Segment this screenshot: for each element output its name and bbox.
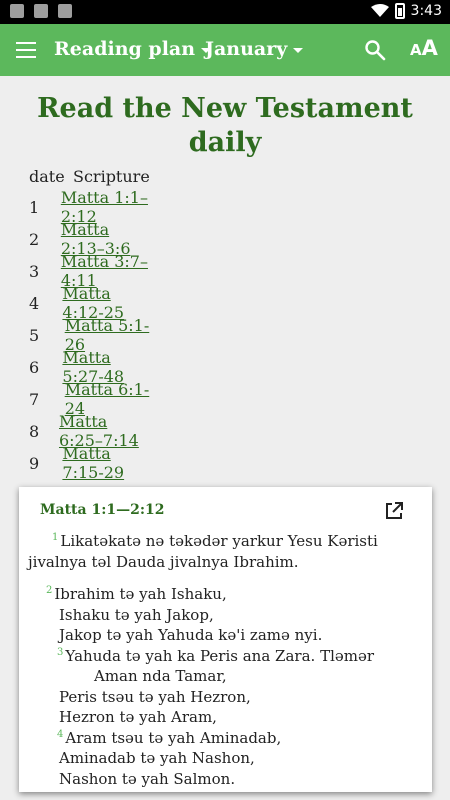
verse-paragraph: 1 Likatəkatə nə təkədər yarkur Yesu Kəris… (28, 532, 378, 571)
verse-number: 2 (46, 585, 53, 596)
table-row: 7 Matta 6:1-24 (29, 380, 150, 418)
chess-notification-icon (58, 4, 72, 18)
row-date: 1 (29, 197, 40, 217)
chess-notification-icon (34, 4, 48, 18)
genealogy-poetry: 2 Ibrahim tə yah Ishaku, Ishaku tə yah Ja… (46, 585, 375, 788)
scripture-column-header: Scripture (73, 166, 150, 186)
wifi-icon (370, 4, 389, 17)
row-date: 6 (29, 357, 40, 377)
open-external-icon[interactable] (384, 501, 404, 521)
table-row: 3 Matta 3:7–4:11 (29, 252, 150, 290)
font-size-icon[interactable]: AA (410, 36, 438, 60)
table-row: 1 Matta 1:1–2:12 (29, 188, 150, 226)
row-date: 5 (29, 325, 40, 345)
search-icon[interactable] (364, 39, 386, 61)
table-row: 9 Matta 7:15-29 (29, 444, 150, 482)
popup-reference: Matta 1:1—2:12 (40, 502, 165, 518)
verse-number: 4 (57, 728, 64, 740)
table-header: date Scripture (29, 164, 150, 188)
battery-icon (394, 3, 405, 19)
popup-scripture-text: 1 Likatəkatə nə təkədər yarkur Yesu Kəris… (28, 531, 416, 789)
row-date: 4 (29, 293, 40, 313)
row-date: 9 (29, 453, 40, 473)
row-date: 3 (29, 261, 40, 281)
row-date: 8 (29, 421, 40, 441)
month-label: January (205, 38, 288, 60)
table-row: 5 Matta 5:1-26 (29, 316, 150, 354)
page-title: Read the New Testament daily (37, 93, 413, 158)
row-date: 7 (29, 389, 40, 409)
table-row: 6 Matta 5:27-48 (29, 348, 150, 386)
clock: 3:43 (410, 3, 442, 19)
table-row: 2 Matta 2:13–3:6 (29, 220, 150, 258)
hamburger-menu-icon[interactable] (16, 42, 36, 58)
caret-down-icon (293, 47, 304, 53)
scripture-popup: Matta 1:1—2:12 1 Likatəkatə nə təkədər ya… (19, 487, 432, 792)
gallery-notification-icon (10, 4, 24, 18)
table-row: 4 Matta 4:12-25 (29, 284, 150, 322)
reading-table: date Scripture 1 Matta 1:1–2:12 2 Matta … (29, 164, 150, 483)
status-bar: 3:43 (0, 0, 450, 24)
verse-number: 1 (52, 532, 59, 543)
verse-number: 3 (57, 646, 64, 658)
row-date: 2 (29, 229, 40, 249)
app-bar: Reading plan January AA (0, 24, 450, 76)
scripture-link[interactable]: Matta 7:15-29 (62, 444, 149, 482)
month-dropdown[interactable]: January (205, 38, 304, 60)
reading-plan-label: Reading plan (54, 38, 196, 60)
table-row: 8 Matta 6:25–7:14 (29, 412, 150, 450)
reading-plan-dropdown[interactable]: Reading plan (54, 38, 212, 60)
date-column-header: date (29, 166, 65, 186)
